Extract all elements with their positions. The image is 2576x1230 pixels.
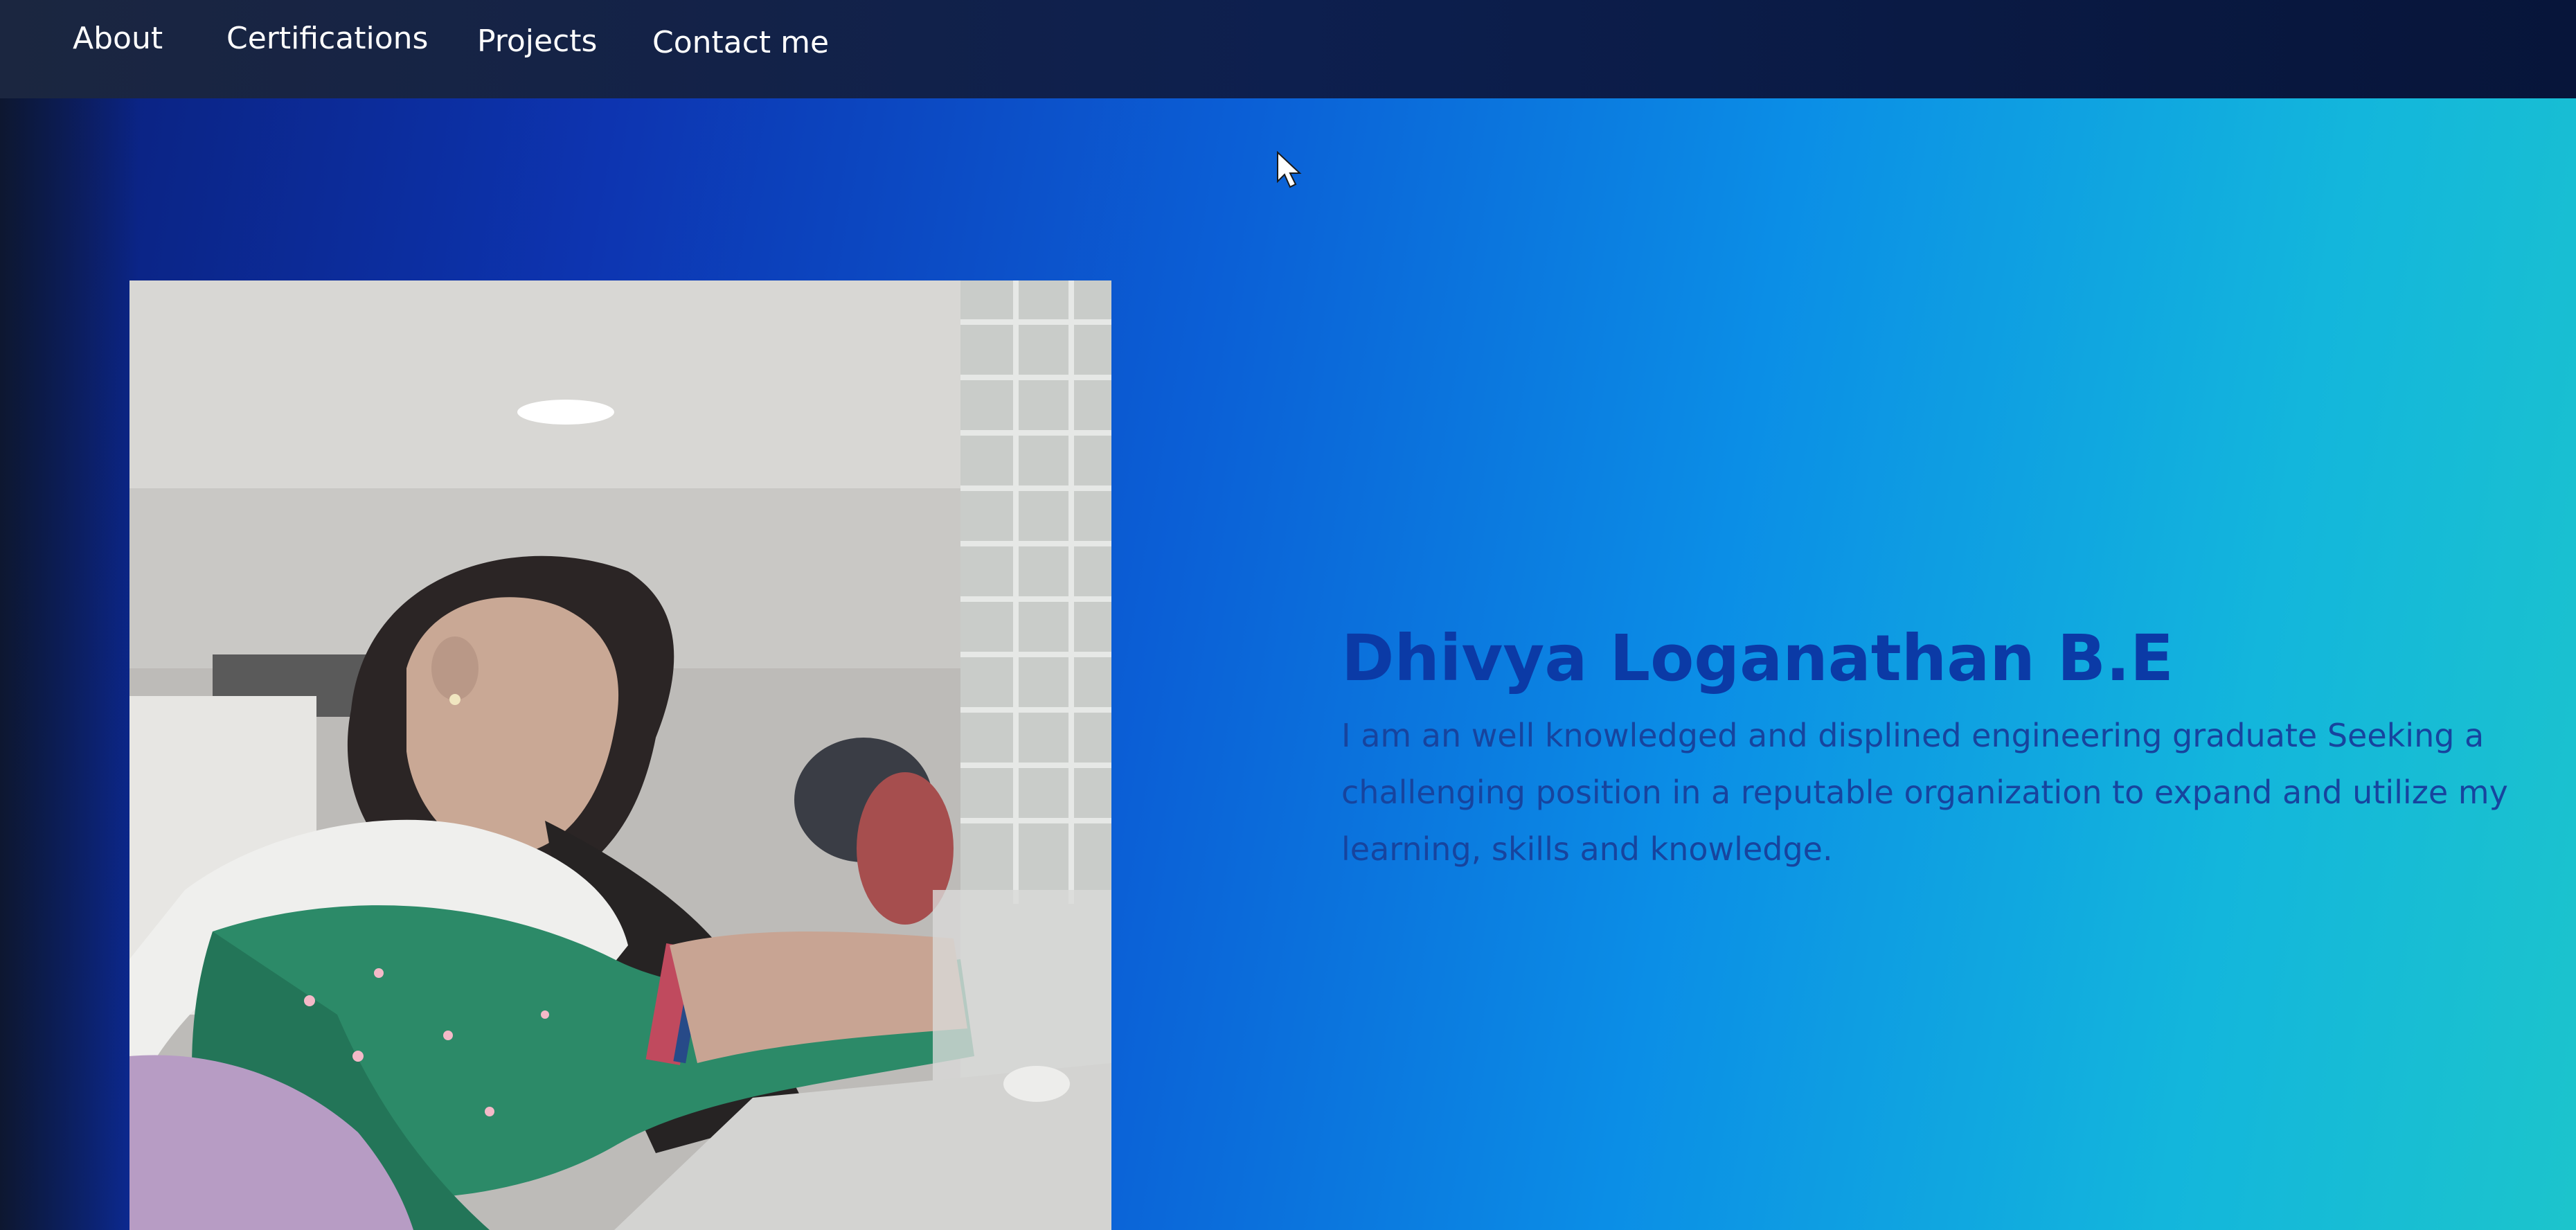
nav-projects-link[interactable]: Projects <box>477 24 597 59</box>
profile-summary: I am an well knowledged and displined en… <box>1341 717 2508 868</box>
nav-contact-link[interactable]: Contact me <box>652 25 829 60</box>
top-navbar: About Certifications Projects Contact me <box>0 0 2576 98</box>
nav-certifications-link[interactable]: Certifications <box>226 21 428 56</box>
profile-photo <box>129 280 1111 1230</box>
portfolio-page: About Certifications Projects Contact me <box>0 0 2576 1230</box>
nav-about-link[interactable]: About <box>73 21 163 56</box>
hero-edge-shadow <box>0 98 138 1230</box>
mouse-pointer-icon <box>1276 150 1303 193</box>
profile-name: Dhivya Loganathan B.E <box>1341 621 2174 695</box>
